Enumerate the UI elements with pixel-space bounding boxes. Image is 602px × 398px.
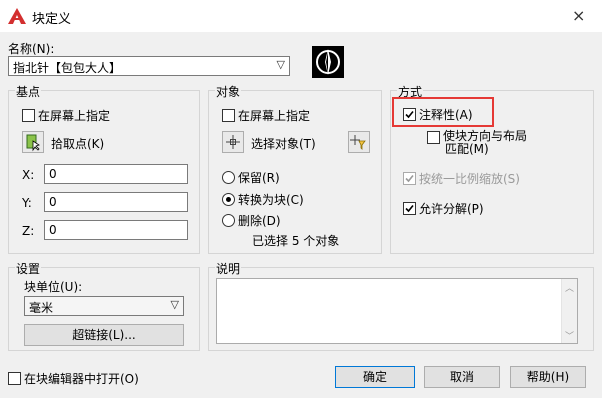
convert-to-block-option[interactable]: 转换为块(C) xyxy=(222,191,304,208)
allow-exploding-option[interactable]: 允许分解(P) xyxy=(403,200,484,217)
scale-uniformly-option: 按统一比例缩放(S) xyxy=(403,170,520,187)
name-label: 名称(N): xyxy=(8,42,55,56)
quick-select-icon xyxy=(350,135,366,150)
allow-exploding-checkbox[interactable] xyxy=(403,202,416,215)
selected-count: 已选择 5 个对象 xyxy=(252,234,340,248)
base-specify-label: 在屏幕上指定 xyxy=(38,109,111,123)
select-objects-button[interactable] xyxy=(222,131,244,153)
block-unit-select[interactable]: 毫米 ▽ xyxy=(24,296,184,316)
y-field[interactable]: 0 xyxy=(44,192,188,212)
open-in-editor-checkbox[interactable] xyxy=(8,372,21,385)
chevron-down-icon: ▽ xyxy=(276,58,285,71)
y-value: 0 xyxy=(49,195,57,209)
pick-point-label: 拾取点(K) xyxy=(51,137,105,151)
match-orientation-line2: 匹配(M) xyxy=(445,142,489,156)
scale-uniformly-label: 按统一比例缩放(S) xyxy=(419,172,520,186)
allow-exploding-label: 允许分解(P) xyxy=(419,202,484,216)
objects-specify-label: 在屏幕上指定 xyxy=(238,109,311,123)
base-point-title: 基点 xyxy=(15,83,42,100)
delete-option[interactable]: 删除(D) xyxy=(222,212,281,229)
retain-radio[interactable] xyxy=(222,171,235,184)
block-preview-north-arrow xyxy=(312,46,344,78)
autocad-app-icon xyxy=(8,8,26,24)
quick-select-button[interactable] xyxy=(348,131,370,153)
convert-to-block-radio[interactable] xyxy=(222,193,235,206)
window-title: 块定义 xyxy=(32,12,72,27)
block-name-value: 指北针【包包大人】 xyxy=(13,61,122,75)
block-name-combo[interactable]: 指北针【包包大人】 ▽ xyxy=(8,56,290,76)
convert-to-block-label: 转换为块(C) xyxy=(238,193,304,207)
pick-point-button[interactable] xyxy=(22,131,44,153)
description-textarea[interactable]: ︿ ﹀ xyxy=(216,278,578,344)
select-objects-label: 选择对象(T) xyxy=(251,137,316,151)
hyperlink-button[interactable]: 超链接(L)... xyxy=(24,324,184,346)
objects-specify-on-screen[interactable]: 在屏幕上指定 xyxy=(222,107,310,124)
scroll-down-icon[interactable]: ﹀ xyxy=(565,329,574,342)
y-label: Y: xyxy=(22,196,32,210)
base-specify-checkbox[interactable] xyxy=(22,109,35,122)
annotative-option[interactable]: 注释性(A) xyxy=(403,106,473,123)
description-scrollbar[interactable]: ︿ ﹀ xyxy=(561,279,577,343)
title-bar xyxy=(0,0,602,32)
retain-option[interactable]: 保留(R) xyxy=(222,169,280,186)
objects-title: 对象 xyxy=(215,83,242,100)
z-field[interactable]: 0 xyxy=(44,220,188,240)
settings-title: 设置 xyxy=(15,260,42,277)
annotative-checkbox[interactable] xyxy=(403,108,416,121)
open-in-editor-label: 在块编辑器中打开(O) xyxy=(24,372,139,386)
pick-point-icon xyxy=(26,134,40,152)
scroll-up-icon[interactable]: ︿ xyxy=(565,281,574,294)
objects-specify-checkbox[interactable] xyxy=(222,109,235,122)
base-specify-on-screen[interactable]: 在屏幕上指定 xyxy=(22,107,110,124)
help-button[interactable]: 帮助(H) xyxy=(510,366,586,388)
z-value: 0 xyxy=(49,223,57,237)
close-button[interactable]: × xyxy=(572,6,585,25)
annotative-label: 注释性(A) xyxy=(419,108,473,122)
retain-label: 保留(R) xyxy=(238,171,280,185)
scale-uniformly-checkbox xyxy=(403,172,416,185)
cancel-button[interactable]: 取消 xyxy=(424,366,500,388)
z-label: Z: xyxy=(22,224,35,238)
x-value: 0 xyxy=(49,167,57,181)
match-orientation-label: 使块方向与布局 匹配(M) xyxy=(443,130,527,156)
x-label: X: xyxy=(22,168,35,182)
delete-label: 删除(D) xyxy=(238,214,281,228)
open-in-editor-option[interactable]: 在块编辑器中打开(O) xyxy=(8,370,139,387)
description-title: 说明 xyxy=(215,260,242,277)
match-orientation-checkbox[interactable] xyxy=(427,131,440,144)
chevron-down-icon: ▽ xyxy=(170,298,179,311)
block-unit-label: 块单位(U): xyxy=(24,280,83,294)
crosshair-icon xyxy=(226,135,240,149)
delete-radio[interactable] xyxy=(222,214,235,227)
block-unit-value: 毫米 xyxy=(29,301,54,315)
ok-button[interactable]: 确定 xyxy=(335,366,415,388)
x-field[interactable]: 0 xyxy=(44,164,188,184)
